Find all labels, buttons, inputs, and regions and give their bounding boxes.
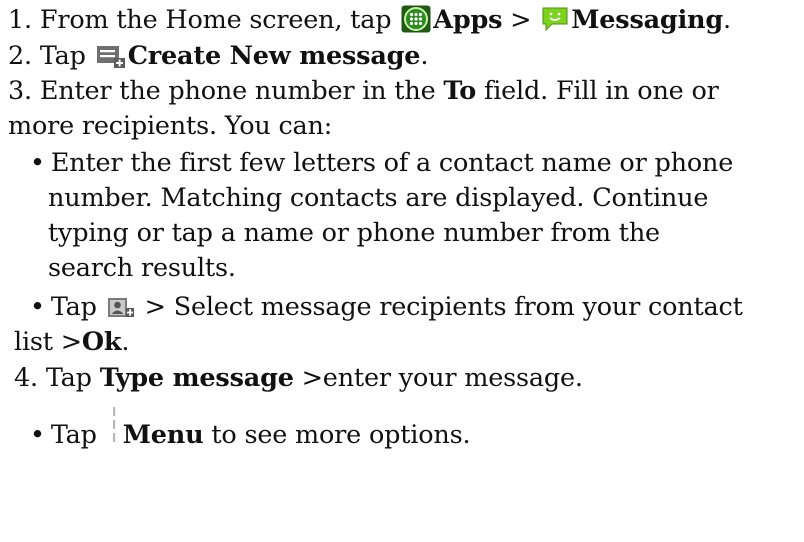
bullet-c-text-suffix: to see more options. [203,420,471,450]
bullet-c-line-1: • Tap Menu to see more options. [30,407,471,455]
step-1-separator: > [502,5,540,35]
bullet-b-line-1: • Tap > Select message recipients from yo… [30,290,743,330]
step-1-period: . [723,5,731,35]
bullet-a-text-2: number. Matching contacts are displayed.… [48,183,709,213]
to-label: To [443,76,477,106]
create-new-message-label: Create New message [127,41,421,71]
bullet-a-text-1: Enter the first few letters of a contact… [50,148,734,178]
bullet-b-text-suffix: > Select message recipients from your co… [136,292,743,322]
bullet-a-line-2: number. Matching contacts are displayed.… [48,181,708,216]
step-1: 1. From the Home screen, tap Apps > Mess… [8,3,731,43]
apps-icon [401,5,431,43]
step-4: 4. Tap Type message >enter your message. [14,361,583,396]
step-2: 2. Tap Create New message. [8,39,428,79]
step-2-text: 2. Tap [8,41,94,71]
bullet-marker: • [30,148,45,178]
step-3-text-suffix: field. Fill in one or [476,76,719,106]
bullet-a-text-3: typing or tap a name or phone number fro… [48,218,660,248]
step-3-line-1: 3. Enter the phone number in the To fiel… [8,74,719,109]
apps-label: Apps [433,5,503,35]
messaging-icon [541,5,569,43]
bullet-c-text: Tap [50,420,105,450]
step-3-text: 3. Enter the phone number in the [8,76,444,106]
type-message-label: Type message [99,363,294,393]
menu-icon [107,407,121,455]
bullet-b-period: . [121,327,130,357]
bullet-b-line-2: list >Ok. [14,325,130,360]
bullet-marker: • [30,420,45,450]
step-3-text-line-2: more recipients. You can: [8,111,333,141]
bullet-a-line-4: search results. [48,251,236,286]
step-2-period: . [420,41,429,71]
bullet-a-line-1: • Enter the first few letters of a contac… [30,146,733,181]
bullet-a-text-4: search results. [48,253,236,283]
step-4-text-suffix: >enter your message. [293,363,583,393]
bullet-b-text-line-2: list > [14,327,82,357]
step-1-text: 1. From the Home screen, tap [8,5,400,35]
bullet-marker: • [30,292,45,322]
bullet-a-line-3: typing or tap a name or phone number fro… [48,216,660,251]
instruction-document: 1. From the Home screen, tap Apps > Mess… [0,0,804,542]
step-4-text: 4. Tap [14,363,100,393]
menu-label: Menu [122,420,204,450]
step-3-line-2: more recipients. You can: [8,109,332,144]
bullet-b-text: Tap [50,292,105,322]
messaging-label: Messaging [571,5,724,35]
ok-label: Ok [81,327,122,357]
